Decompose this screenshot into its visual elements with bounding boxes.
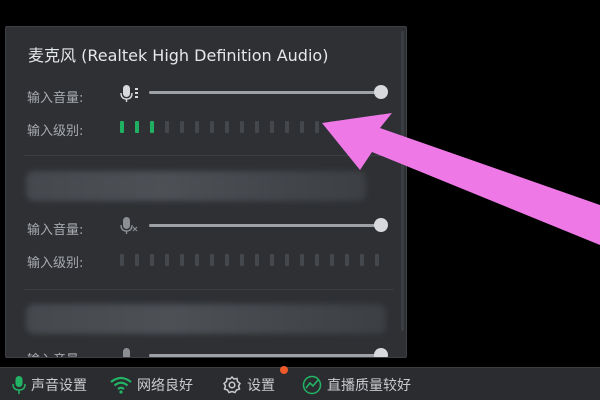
level-segment (345, 254, 349, 266)
blurred-device-name (26, 171, 366, 201)
input-level-label: 输入级别: (27, 124, 84, 139)
level-segment (180, 254, 184, 266)
level-segment (165, 254, 169, 266)
level-segment (150, 254, 154, 266)
microphone-icon[interactable] (120, 84, 142, 104)
level-segment (300, 121, 304, 133)
stream-quality-status[interactable]: 直播质量较好 (302, 374, 411, 396)
level-segment (300, 254, 304, 266)
divider (24, 155, 394, 156)
level-segment (210, 254, 214, 266)
level-segment (255, 121, 259, 133)
settings-button[interactable]: 设置 (222, 374, 275, 396)
level-segment (375, 254, 379, 266)
input-volume-slider[interactable] (149, 354, 381, 357)
stream-quality-icon (302, 375, 322, 395)
level-segment (270, 121, 274, 133)
level-segment (270, 254, 274, 266)
wifi-icon (110, 376, 132, 394)
level-segment (315, 254, 319, 266)
input-level-label: 输入级别: (27, 256, 84, 271)
input-level-meter (120, 121, 345, 133)
microphone-icon (12, 376, 26, 394)
level-segment (135, 254, 139, 266)
divider (24, 289, 394, 290)
input-volume-slider[interactable] (149, 224, 381, 227)
input-volume-slider-knob[interactable] (374, 218, 388, 232)
blurred-device-name (26, 304, 386, 334)
level-segment (195, 254, 199, 266)
level-segment (210, 121, 214, 133)
audio-devices-panel: 麦克风 (Realtek High Definition Audio) 输入音量… (5, 26, 407, 358)
level-segment (225, 254, 229, 266)
level-segment (330, 254, 334, 266)
level-segment (315, 121, 319, 133)
level-segment (135, 121, 139, 133)
level-segment (120, 121, 124, 133)
level-segment (180, 121, 184, 133)
bottom-toolbar: 声音设置 网络良好 设置 直播质量较好 (0, 367, 600, 400)
input-volume-slider-knob[interactable] (374, 348, 388, 357)
level-segment (240, 121, 244, 133)
gear-icon (223, 375, 241, 394)
microphone-icon[interactable] (120, 216, 142, 236)
scrollbar[interactable] (401, 31, 404, 331)
input-volume-slider-knob[interactable] (374, 85, 388, 99)
level-segment (330, 121, 334, 133)
input-volume-label: 输入音量: (27, 91, 84, 106)
device-title: 麦克风 (Realtek High Definition Audio) (28, 46, 329, 65)
level-segment (165, 121, 169, 133)
level-segment (225, 121, 229, 133)
settings-label: 设置 (247, 378, 275, 394)
network-status[interactable]: 网络良好 (110, 374, 193, 396)
input-level-meter (120, 254, 390, 266)
level-segment (120, 254, 124, 266)
input-volume-label: 输入音量: (27, 223, 84, 238)
level-segment (255, 254, 259, 266)
network-status-label: 网络良好 (137, 378, 193, 394)
settings-notification-badge (280, 366, 288, 374)
input-volume-slider[interactable] (149, 91, 381, 94)
level-segment (195, 121, 199, 133)
level-segment (285, 121, 289, 133)
input-volume-label: 输入音量: (27, 349, 83, 357)
sound-settings-label: 声音设置 (31, 378, 87, 394)
level-segment (150, 121, 154, 133)
sound-settings-button[interactable]: 声音设置 (12, 374, 87, 396)
level-segment (240, 254, 244, 266)
level-segment (285, 254, 289, 266)
stream-quality-label: 直播质量较好 (327, 378, 411, 394)
microphone-icon[interactable] (120, 347, 142, 358)
level-segment (360, 254, 364, 266)
